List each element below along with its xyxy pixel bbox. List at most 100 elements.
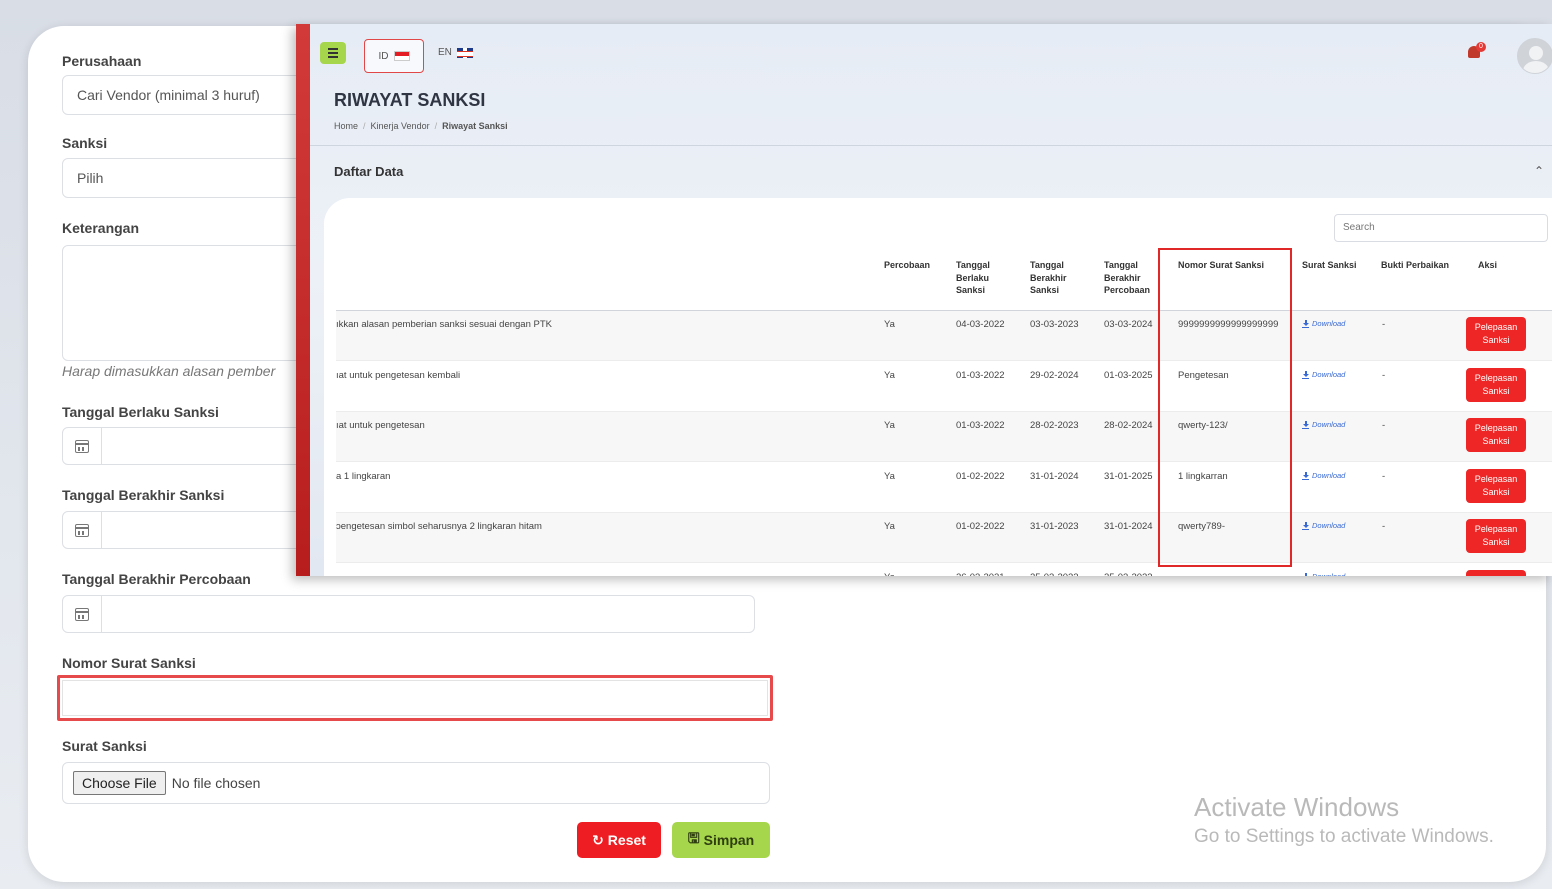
- th-tgl-percobaan: Tanggal Berakhir Percobaan: [1104, 260, 1151, 295]
- cell-keterangan: ıat untuk pengetesan: [336, 420, 425, 431]
- download-icon: [1302, 572, 1309, 576]
- tgl-percobaan-input[interactable]: [102, 595, 755, 633]
- download-icon: [1302, 471, 1309, 480]
- simpan-label: Simpan: [703, 832, 755, 848]
- reset-button[interactable]: ↻ Reset: [577, 822, 661, 858]
- cell-tgl-berakhir: 31-01-2023: [1030, 521, 1079, 532]
- simpan-button[interactable]: 🖫 Simpan: [672, 822, 770, 858]
- keterangan-hint: Harap dimasukkan alasan pember: [62, 363, 276, 379]
- cell-bukti: -: [1382, 319, 1386, 330]
- cell-tgl-berlaku: 01-02-2022: [956, 521, 1005, 532]
- data-table-card: Search Percobaan Tanggal Berlaku Sanksi Ta…: [324, 198, 1552, 576]
- cell-percobaan: Ya: [884, 572, 895, 576]
- cell-tgl-berakhir: 29-02-2024: [1030, 370, 1079, 381]
- cell-percobaan: Ya: [884, 471, 895, 482]
- cell-tgl-percobaan: 01-03-2025: [1104, 370, 1153, 381]
- calendar-icon[interactable]: [62, 595, 102, 633]
- pelepasan-sanksi-button[interactable]: PelepasanSanksi: [1466, 418, 1526, 452]
- keterangan-label: Keterangan: [62, 220, 140, 236]
- cell-keterangan: ıat untuk pengetesan kembali: [336, 370, 461, 381]
- cell-bukti: -: [1382, 471, 1386, 482]
- language-en-button[interactable]: EN: [438, 47, 473, 58]
- table-row: ıkkan alasan pemberian sanksi sesuai den…: [336, 311, 1552, 361]
- table-row: Ya 26-03-2021 25-03-2022 25-03-2023 Down…: [336, 564, 1552, 576]
- download-link[interactable]: Download: [1302, 521, 1345, 530]
- th-tgl-berakhir: Tanggal Berakhir Sanksi: [1030, 260, 1067, 295]
- windows-watermark-title: Activate Windows: [1194, 792, 1400, 822]
- nomor-surat-highlight: [57, 675, 773, 721]
- cell-keterangan: ɔengetesan simbol seharusnya 2 lingkaran…: [336, 521, 542, 532]
- calendar-icon[interactable]: [62, 427, 102, 465]
- user-avatar[interactable]: [1517, 38, 1552, 74]
- download-link[interactable]: Download: [1302, 572, 1345, 576]
- surat-sanksi-file-input: Choose File No file chosen: [62, 762, 770, 804]
- th-surat-sanksi: Surat Sanksi: [1302, 260, 1357, 270]
- table-row: ɔengetesan simbol seharusnya 2 lingkaran…: [336, 513, 1552, 563]
- chevron-up-icon[interactable]: ⌃: [1534, 164, 1544, 178]
- th-bukti-perbaikan: Bukti Perbaikan: [1381, 260, 1450, 270]
- download-link[interactable]: Download: [1302, 319, 1345, 328]
- refresh-icon: ↻: [592, 831, 604, 848]
- table-row: a 1 lingkaran Ya 01-02-2022 31-01-2024 3…: [336, 463, 1552, 513]
- header-divider: [310, 145, 1552, 146]
- th-aksi: Aksi: [1478, 260, 1498, 270]
- download-link[interactable]: Download: [1302, 420, 1345, 429]
- pelepasan-sanksi-button[interactable]: PelepasanSanksi: [1466, 469, 1526, 503]
- cell-tgl-berakhir: 25-03-2022: [1030, 572, 1079, 576]
- th-tgl-berlaku: Tanggal Berlaku Sanksi: [956, 260, 990, 295]
- section-title: Daftar Data: [334, 164, 404, 179]
- cell-bukti: -: [1382, 420, 1386, 431]
- cell-tgl-percobaan: 25-03-2023: [1104, 572, 1153, 576]
- no-file-text: No file chosen: [171, 775, 261, 791]
- download-icon: [1302, 420, 1309, 429]
- cell-keterangan: a 1 lingkaran: [336, 471, 391, 482]
- sanksi-label: Sanksi: [62, 135, 108, 151]
- cell-tgl-berlaku: 01-02-2022: [956, 471, 1005, 482]
- download-icon: [1302, 370, 1309, 379]
- choose-file-button[interactable]: Choose File: [73, 771, 166, 795]
- cell-percobaan: Ya: [884, 370, 895, 381]
- nomor-surat-label: Nomor Surat Sanksi: [62, 655, 196, 671]
- cell-tgl-berlaku: 26-03-2021: [956, 572, 1005, 576]
- cell-percobaan: Ya: [884, 521, 895, 532]
- pelepasan-sanksi-button[interactable]: PelepasanSanksi: [1466, 317, 1526, 351]
- indonesia-flag-icon: [393, 51, 410, 61]
- table-search-input[interactable]: Search: [1334, 214, 1548, 242]
- table-row: ıat untuk pengetesan kembali Ya 01-03-20…: [336, 362, 1552, 412]
- riwayat-sanksi-screenshot: ID EN 0 RIWAYAT SANKSI Home / Kinerja Ve…: [296, 24, 1552, 576]
- surat-sanksi-label: Surat Sanksi: [62, 738, 147, 754]
- top-bar: ID EN 0: [310, 24, 1552, 84]
- tgl-berlaku-label: Tanggal Berlaku Sanksi: [62, 404, 219, 420]
- pelepasan-sanksi-button[interactable]: PelepasanSanksi: [1466, 519, 1526, 553]
- tgl-berakhir-label: Tanggal Berakhir Sanksi: [62, 487, 225, 503]
- cell-tgl-percobaan: 31-01-2025: [1104, 471, 1153, 482]
- cell-keterangan: ıkkan alasan pemberian sanksi sesuai den…: [336, 319, 552, 330]
- lang-id-label: ID: [378, 50, 389, 62]
- download-link[interactable]: Download: [1302, 370, 1345, 379]
- cell-bukti: -: [1382, 521, 1386, 532]
- cell-tgl-berlaku: 01-03-2022: [956, 370, 1005, 381]
- breadcrumb: Home / Kinerja Vendor / Riwayat Sanksi: [334, 121, 508, 131]
- breadcrumb-home[interactable]: Home: [334, 121, 358, 131]
- language-id-button[interactable]: ID: [364, 39, 424, 73]
- sidebar-strip: [296, 24, 310, 576]
- calendar-icon[interactable]: [62, 511, 102, 549]
- cell-tgl-berlaku: 01-03-2022: [956, 420, 1005, 431]
- tgl-percobaan-label: Tanggal Berakhir Percobaan: [62, 571, 251, 587]
- download-link[interactable]: Download: [1302, 471, 1345, 480]
- cell-tgl-berakhir: 31-01-2024: [1030, 471, 1079, 482]
- uk-flag-icon: [456, 47, 473, 58]
- breadcrumb-kinerja[interactable]: Kinerja Vendor: [371, 121, 430, 131]
- pelepasan-sanksi-button[interactable]: PelepasanSanksi: [1466, 570, 1526, 576]
- lang-en-label: EN: [438, 47, 452, 58]
- cell-bukti: -: [1382, 370, 1386, 381]
- tgl-percobaan-field: [62, 595, 755, 633]
- hamburger-icon[interactable]: [320, 42, 346, 64]
- download-icon: [1302, 521, 1309, 530]
- cell-tgl-berlaku: 04-03-2022: [956, 319, 1005, 330]
- cell-tgl-percobaan: 03-03-2024: [1104, 319, 1153, 330]
- floppy-icon: 🖫: [687, 830, 700, 846]
- cell-percobaan: Ya: [884, 420, 895, 431]
- pelepasan-sanksi-button[interactable]: PelepasanSanksi: [1466, 368, 1526, 402]
- th-percobaan: Percobaan: [884, 260, 931, 270]
